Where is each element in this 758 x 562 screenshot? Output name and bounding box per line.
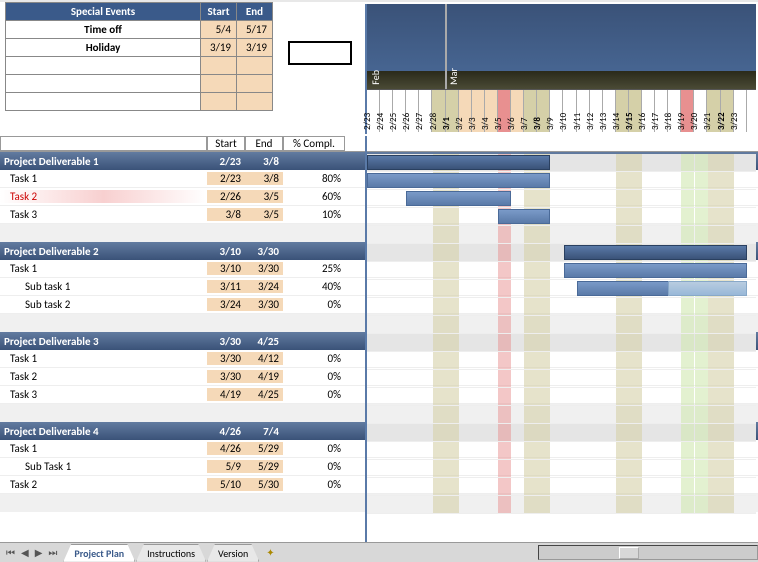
special-events-table[interactable]: Special Events Start End Time off5/45/17… xyxy=(5,2,273,111)
timeline-header: Feb Mar 2/232/242/252/262/272/283/13/23/… xyxy=(365,4,756,134)
date-axis: 2/232/242/252/262/272/283/13/23/33/43/53… xyxy=(367,90,756,132)
event-row: Time off5/45/17 xyxy=(6,21,273,39)
event-row xyxy=(6,75,273,93)
new-sheet-icon[interactable]: ✦ xyxy=(260,546,280,559)
events-start-header: Start xyxy=(201,3,237,21)
active-cell[interactable] xyxy=(290,43,350,63)
event-row: Holiday3/193/19 xyxy=(6,39,273,57)
tab-first-icon[interactable]: ⏮ xyxy=(3,546,18,559)
tab-prev-icon[interactable]: ◀ xyxy=(18,546,32,559)
sheet-tab-version[interactable]: Version xyxy=(207,544,259,562)
gantt-chart xyxy=(365,136,756,542)
event-row xyxy=(6,93,273,111)
sheet-tab-bar: ⏮ ◀ ▶ ⏭ Project Plan Instructions Versio… xyxy=(0,542,758,562)
month-label: Feb xyxy=(369,70,382,85)
horizontal-scrollbar[interactable] xyxy=(538,545,758,560)
sheet-tab-project-plan[interactable]: Project Plan xyxy=(63,544,135,562)
tab-last-icon[interactable]: ⏭ xyxy=(45,546,60,559)
event-row xyxy=(6,57,273,75)
sheet-tab-instructions[interactable]: Instructions xyxy=(136,544,206,562)
month-label: Mar xyxy=(447,68,460,85)
tab-next-icon[interactable]: ▶ xyxy=(32,546,46,559)
scroll-thumb[interactable] xyxy=(619,547,639,559)
events-title: Special Events xyxy=(6,3,201,21)
tab-nav-buttons: ⏮ ◀ ▶ ⏭ xyxy=(0,546,63,559)
events-end-header: End xyxy=(237,3,273,21)
